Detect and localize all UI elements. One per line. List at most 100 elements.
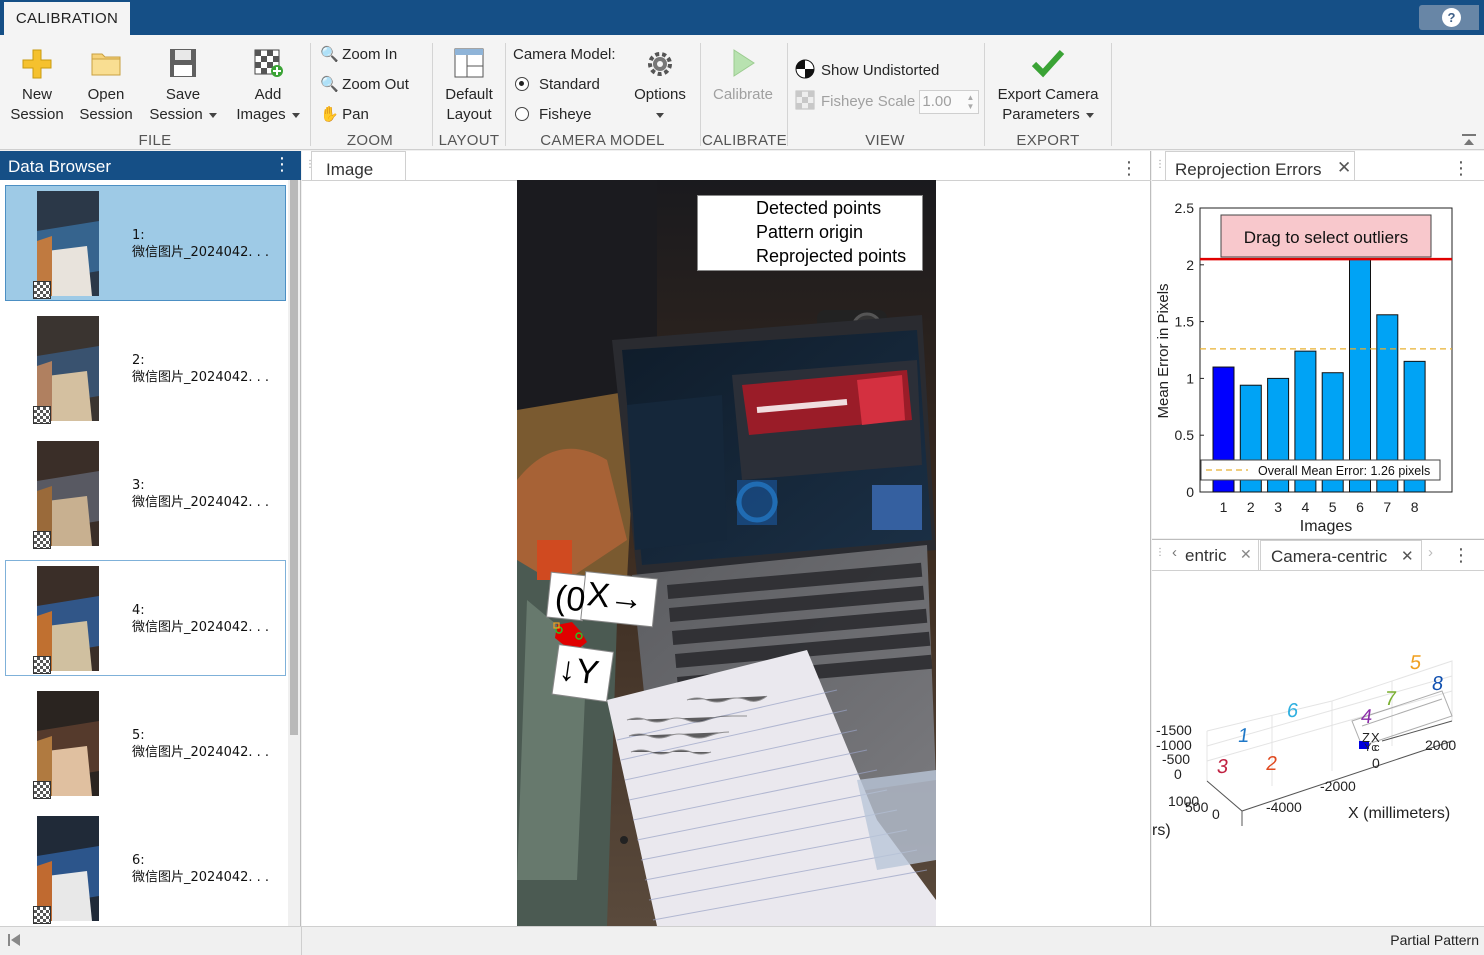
ribbon: New Session Open Session Save Session Ad… [0,35,1484,150]
checkerboard-icon [33,781,51,799]
checkerboard-icon [33,281,51,299]
export-label-2: Parameters [992,105,1104,125]
save-session-button[interactable]: Save Session [146,47,220,125]
divider [432,43,433,146]
save-session-label-2: Session [146,105,220,125]
fisheye-scale-input[interactable]: 1.00 ▲ ▼ [919,90,980,115]
fisheye-scale-label: Fisheye Scale [821,93,916,110]
image-list-item[interactable]: 5: 微信图片_2024042. . . [5,685,286,801]
tab-camera-centric[interactable]: Camera-centric ✕ [1260,540,1422,570]
divider [310,43,311,146]
image-list-item[interactable]: 4: 微信图片_2024042. . . [5,560,286,676]
open-session-button[interactable]: Open Session [76,47,136,125]
image-list-item-label: 5: 微信图片_2024042. . . [132,727,269,761]
scroll-tabs-left-icon[interactable]: ‹ [1172,544,1177,561]
image-list-item[interactable]: 2: 微信图片_2024042. . . [5,310,286,426]
new-session-button[interactable]: New Session [6,47,68,125]
scroll-tabs-right-icon[interactable]: › [1428,544,1433,561]
calibrate-button[interactable]: Calibrate [706,47,780,105]
group-label-layout: LAYOUT [438,132,500,149]
hand-icon: ✋ [320,106,339,123]
y-axis-label: ↓Y [556,649,602,693]
panel-grip-icon: ⋮ [1155,547,1165,558]
origin-label: (0 [553,578,588,620]
x-tick-label: -4000 [1266,799,1302,815]
data-browser-header: Data Browser ⋮ [0,151,301,180]
collapse-ribbon-icon[interactable] [1462,133,1476,145]
mean-legend-label: Overall Mean Error: 1.26 pixels [1258,464,1430,478]
image-name: 微信图片_2024042. . . [132,495,270,510]
more-options-icon[interactable]: ⋮ [1120,159,1138,177]
x-tick-label: 7 [1383,499,1391,515]
image-index: 4: [132,603,145,618]
image-list-item[interactable]: 3: 微信图片_2024042. . . [5,435,286,551]
group-label-file: FILE [138,132,172,149]
add-images-button[interactable]: Add Images [228,47,308,125]
y-tick-label: 0 [1212,806,1220,822]
pan-button[interactable]: ✋ Pan [320,105,430,125]
export-camera-parameters-button[interactable]: Export Camera Parameters [992,47,1104,125]
zoom-in-label: Zoom In [342,46,398,63]
calibrate-label: Calibrate [712,86,774,103]
fisheye-scale-control[interactable]: Fisheye Scale 1.00 ▲ ▼ [795,90,985,115]
reprojection-error-chart[interactable]: 1 2 3 4 5 6 7 8 0 0.5 1 1.5 2 2.5 Drag to select outli… [1152,181,1484,538]
image-name: 微信图片_2024042. . . [132,245,270,260]
tab-reprojection-errors[interactable]: Reprojection Errors ✕ [1165,151,1355,181]
fisheye-radio[interactable]: Fisheye [515,105,615,125]
radio-selected-icon [515,77,529,91]
reprojection-tab-label: Reprojection Errors [1175,160,1322,179]
checkerboard-icon [33,906,51,924]
extrinsics-panel: ⋮ ‹ entric ✕ Camera-centric ✕ › ⋮ 12345678… [1152,539,1484,926]
options-label: Options [634,86,686,103]
image-list-item-label: 2: 微信图片_2024042. . . [132,352,269,386]
tab-pattern-centric-label: entric [1185,546,1227,565]
scrollbar-thumb[interactable] [290,180,298,735]
gear-icon [648,52,672,76]
legend-reprojected-points: Reprojected points [756,246,907,266]
close-icon[interactable]: ✕ [1240,546,1252,563]
image-list-item[interactable]: 6: 微信图片_2024042. . . [5,810,286,926]
tab-image[interactable]: Image [311,151,406,181]
image-list-item[interactable]: 1: 微信图片_2024042. . . [5,185,286,301]
y-tick-label: 500 [1185,799,1209,815]
group-label-zoom: ZOOM [346,132,394,149]
more-options-icon[interactable]: ⋮ [1452,159,1470,177]
more-options-icon[interactable]: ⋮ [273,155,291,173]
zoom-in-button[interactable]: 🔍 Zoom In [320,45,430,65]
image-list-item-label: 1: 微信图片_2024042. . . [132,227,269,261]
show-undistorted-button[interactable]: Show Undistorted [795,59,975,81]
calibration-image[interactable]: Detected points Pattern origin Reproject… [517,180,936,926]
scrollbar[interactable] [288,180,300,926]
tab-camera-centric-label: Camera-centric [1271,547,1388,566]
y-axis-label: rs) [1152,822,1171,839]
open-session-label: Open [87,86,125,103]
options-button[interactable]: Options [628,49,692,125]
standard-radio[interactable]: Standard [515,75,615,95]
add-images-label-2: Images [228,105,308,125]
zoom-out-button[interactable]: 🔍 Zoom Out [320,75,430,95]
panel-grip-icon: ⋮ [1155,159,1165,170]
close-icon[interactable]: ✕ [1401,547,1414,565]
first-page-icon[interactable] [8,933,22,947]
group-label-calibrate: CALIBRATE [702,132,787,149]
folder-icon [91,53,121,76]
image-index: 6: [132,853,145,868]
tab-calibration[interactable]: CALIBRATION [4,2,130,35]
spinner-icon[interactable]: ▲ ▼ [966,93,974,111]
z-tick-label: -1500 [1156,722,1192,738]
default-layout-button[interactable]: Default Layout [438,47,500,125]
image-list-item-label: 4: 微信图片_2024042. . . [132,602,269,636]
more-options-icon[interactable]: ⋮ [1452,546,1470,564]
close-icon[interactable]: ✕ [1337,158,1351,178]
camera-axis-label: c [1374,742,1380,754]
zoom-out-label: Zoom Out [342,76,409,93]
image-index: 3: [132,478,145,493]
zoom-in-icon: 🔍 [320,46,339,63]
data-browser-panel: Data Browser ⋮ 1: 微信图片_2024042. . . 2: 微信图片… [0,151,301,926]
photo-scene [517,180,936,926]
image-list-item-label: 3: 微信图片_2024042. . . [132,477,269,511]
image-index: 2: [132,353,145,368]
help-button[interactable]: ? [1419,5,1479,30]
tab-pattern-centric[interactable]: entric ✕ [1185,540,1259,570]
error-bar [1349,258,1371,493]
